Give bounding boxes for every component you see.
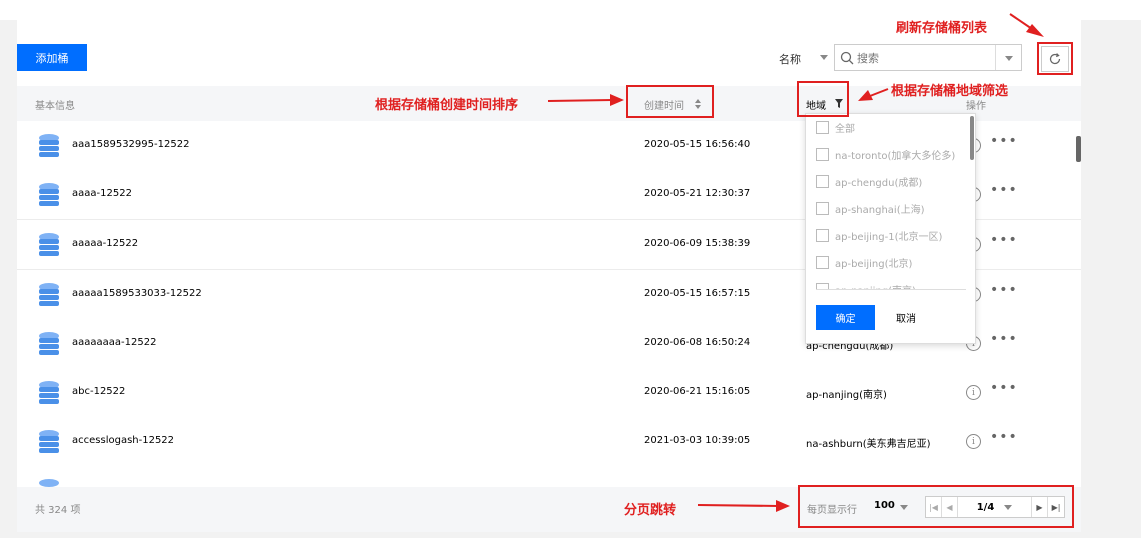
annotation-arrows [547,13,1044,512]
